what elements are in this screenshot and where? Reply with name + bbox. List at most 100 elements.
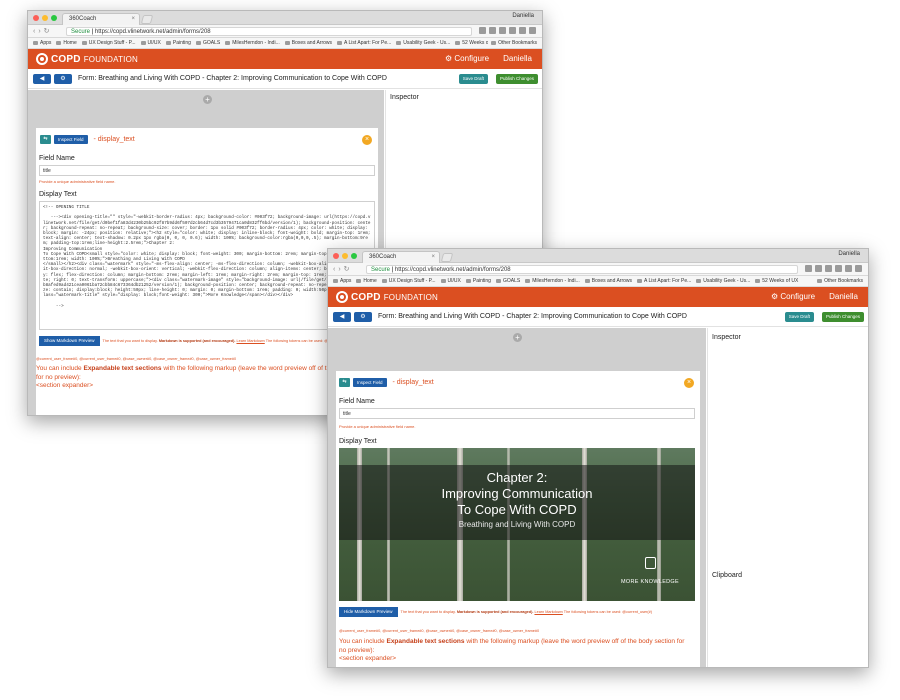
learn-markdown-link[interactable]: Learn Markdown <box>534 610 562 614</box>
bookmark-item[interactable]: UX Design Stuff - P... <box>382 276 436 286</box>
back-button[interactable]: ◀ <box>333 312 351 322</box>
publish-button[interactable]: Publish Changes <box>495 74 538 84</box>
bookmark-item[interactable]: GOALS <box>196 38 220 48</box>
new-tab-button[interactable] <box>440 253 454 262</box>
add-field-icon[interactable]: + <box>203 95 212 104</box>
inspect-field-button[interactable]: Inspect Field <box>54 135 88 144</box>
minimize-window-icon[interactable] <box>342 253 348 259</box>
zoom-window-icon[interactable] <box>51 15 57 21</box>
field-name-input[interactable]: title <box>39 165 375 176</box>
star-icon[interactable] <box>805 265 812 272</box>
nav-buttons[interactable]: ‹›↻ <box>333 265 353 273</box>
learn-markdown-link[interactable]: Learn Markdown <box>236 339 264 343</box>
browser-profile-name[interactable]: Daniella <box>512 13 534 19</box>
bookmark-item[interactable]: UI/UX <box>141 38 161 48</box>
minimize-window-icon[interactable] <box>42 15 48 21</box>
menu-icon[interactable] <box>529 27 536 34</box>
bookmark-item[interactable]: Apps <box>33 38 51 48</box>
bookmark-item[interactable]: Home <box>56 38 76 48</box>
window-controls[interactable] <box>333 253 357 259</box>
field-type-label: - display_text <box>93 136 135 143</box>
secure-label: Secure <box>71 29 91 35</box>
nav-buttons[interactable]: ‹›↻ <box>33 27 53 35</box>
bookmark-item[interactable]: UI/UX <box>441 276 461 286</box>
url-text: https://copd.vlinetwork.net/admin/forms/… <box>394 267 511 273</box>
close-window-icon[interactable] <box>33 15 39 21</box>
tab-close-icon[interactable]: × <box>131 14 135 25</box>
md-help-bold: Markdown is supported (and encouraged). <box>456 610 534 614</box>
menu-icon[interactable] <box>855 265 862 272</box>
bookmark-item[interactable]: A List Apart: For Pe... <box>337 38 391 48</box>
zoom-window-icon[interactable] <box>351 253 357 259</box>
extension-icon[interactable] <box>509 27 516 34</box>
add-field-icon[interactable]: + <box>513 333 522 342</box>
tab-strip: 360Coach × Daniella <box>28 11 542 25</box>
extension-icon[interactable] <box>499 27 506 34</box>
copd-logo[interactable]: COPD FOUNDATION <box>336 291 438 303</box>
bookmark-item[interactable]: A List Apart: For Pe... <box>637 276 691 286</box>
browser-tab[interactable]: 360Coach × <box>62 13 140 25</box>
bookmark-item[interactable]: Boxes and Arrows <box>585 276 632 286</box>
settings-button[interactable]: ⚙ <box>354 312 372 322</box>
nav-configure[interactable]: ⚙ Configure <box>771 292 815 301</box>
bookmark-item[interactable]: GOALS <box>496 276 520 286</box>
logo-subtext: FOUNDATION <box>383 292 438 302</box>
extension-icon[interactable] <box>489 27 496 34</box>
inspect-field-button[interactable]: Inspect Field <box>353 378 387 387</box>
remove-field-icon[interactable]: × <box>684 378 694 388</box>
bookmark-item[interactable]: Usability Geek - Us... <box>696 276 750 286</box>
bookmark-item[interactable]: Home <box>356 276 376 286</box>
extension-icon[interactable] <box>825 265 832 272</box>
extension-icon[interactable] <box>845 265 852 272</box>
display-text-editor[interactable]: <!-- OPENING TITLE ---><div opening-titl… <box>39 201 375 330</box>
extension-icon[interactable] <box>815 265 822 272</box>
field-toolbar: ⇆ Inspect Field - display_text <box>339 378 434 387</box>
save-draft-button[interactable]: Save Draft <box>458 74 488 84</box>
new-tab-button[interactable] <box>140 15 154 24</box>
publish-button[interactable]: Publish Changes <box>821 312 864 322</box>
drag-handle-button[interactable]: ⇆ <box>339 378 350 387</box>
nav-configure-label: Configure <box>454 54 490 63</box>
nav-user[interactable]: Daniella <box>829 292 858 301</box>
url-text: https://copd.vlinetwork.net/admin/forms/… <box>94 29 211 35</box>
other-bookmarks[interactable]: Other Bookmarks <box>488 38 537 48</box>
star-icon[interactable] <box>479 27 486 34</box>
drag-handle-button[interactable]: ⇆ <box>40 135 51 144</box>
bookmark-item[interactable]: Apps <box>333 276 351 286</box>
other-bookmarks[interactable]: Other Bookmarks <box>814 276 863 286</box>
bookmark-item[interactable]: MilesHerndon - Indi... <box>225 38 280 48</box>
extension-icon[interactable] <box>835 265 842 272</box>
more-knowledge-icon <box>645 557 656 569</box>
bookmark-item[interactable]: 52 Weeks of UX <box>755 276 798 286</box>
remove-field-icon[interactable]: × <box>362 135 372 145</box>
bookmark-item[interactable]: UX Design Stuff - P... <box>82 38 136 48</box>
browser-profile-name[interactable]: Daniella <box>838 251 860 257</box>
expander-bold: Expandable text sections <box>386 638 465 645</box>
bookmark-item[interactable]: MilesHerndon - Indi... <box>525 276 580 286</box>
field-toolbar: ⇆ Inspect Field - display_text <box>40 135 135 144</box>
hide-markdown-preview-button[interactable]: Hide Markdown Preview <box>339 607 398 617</box>
browser-tab[interactable]: 360Coach × <box>362 251 440 263</box>
extension-icon[interactable] <box>519 27 526 34</box>
bookmark-item[interactable]: Painting <box>166 38 191 48</box>
field-name-help: Provide a unique administrative field na… <box>339 424 416 429</box>
close-window-icon[interactable] <box>333 253 339 259</box>
copd-logo[interactable]: COPD FOUNDATION <box>36 53 138 65</box>
bookmark-item[interactable]: Usability Geek - Us... <box>396 38 450 48</box>
url-field[interactable]: Secure | https://copd.vlinetwork.net/adm… <box>366 265 798 274</box>
tab-close-icon[interactable]: × <box>431 252 435 263</box>
nav-user[interactable]: Daniella <box>503 54 532 63</box>
settings-button[interactable]: ⚙ <box>54 74 72 84</box>
extension-icons <box>805 265 862 272</box>
form-editor-canvas: + ⇆ Inspect Field - display_text × Field… <box>328 328 706 667</box>
nav-configure[interactable]: ⚙ Configure <box>445 54 489 63</box>
save-draft-button[interactable]: Save Draft <box>784 312 814 322</box>
markdown-row: Show Markdown Preview The text that you … <box>39 336 354 346</box>
field-name-input[interactable]: title <box>339 408 695 419</box>
window-controls[interactable] <box>33 15 57 21</box>
show-markdown-preview-button[interactable]: Show Markdown Preview <box>39 336 100 346</box>
back-button[interactable]: ◀ <box>33 74 51 84</box>
bookmark-item[interactable]: Boxes and Arrows <box>285 38 332 48</box>
bookmark-item[interactable]: Painting <box>466 276 491 286</box>
url-field[interactable]: Secure | https://copd.vlinetwork.net/adm… <box>66 27 472 36</box>
